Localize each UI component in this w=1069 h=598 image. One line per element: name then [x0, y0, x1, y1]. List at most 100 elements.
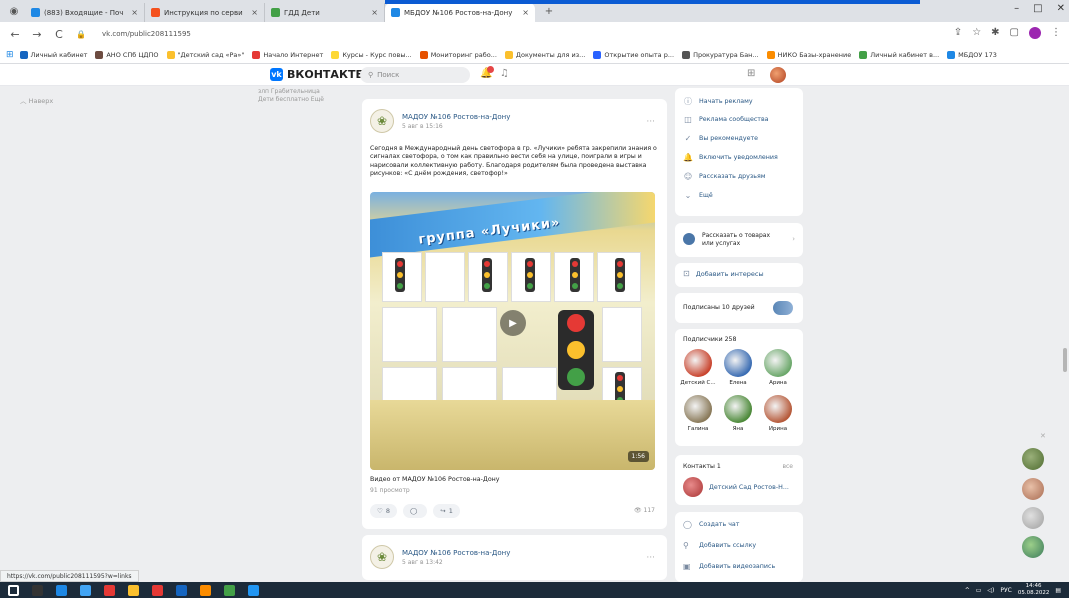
new-tab-button[interactable]: +	[541, 3, 557, 19]
friends-label[interactable]: Подписаны 10 друзей	[683, 304, 755, 311]
back-icon[interactable]: ←	[8, 28, 22, 41]
taskbar-app-icon[interactable]	[200, 584, 211, 596]
profile-icon[interactable]	[1029, 27, 1041, 39]
promo-text[interactable]: Рассказать о товарах или услугах	[702, 232, 782, 248]
tab-close-icon[interactable]: ×	[131, 8, 138, 17]
start-icon[interactable]	[8, 584, 19, 596]
bookmark-item[interactable]: Документы для из...	[504, 50, 585, 59]
taskbar-app-icon[interactable]	[176, 584, 187, 596]
scrollbar-thumb[interactable]	[1063, 348, 1067, 372]
menu-item[interactable]: ⓘ Начать рекламу	[683, 96, 753, 107]
contacts-all-link[interactable]: все	[782, 463, 793, 470]
bookmark-item[interactable]: Курсы - Курс повы...	[331, 50, 412, 59]
reload-icon[interactable]: C	[52, 28, 66, 41]
chat-avatar[interactable]	[1022, 448, 1044, 470]
sidebar-link[interactable]: ▣ Добавить видеозапись	[683, 562, 775, 571]
menu-item[interactable]: ◫ Реклама сообщества	[683, 115, 768, 124]
bookmark-item[interactable]: МБДОУ 173	[947, 50, 997, 59]
taskbar-app-icon[interactable]	[224, 584, 235, 596]
browser-tab[interactable]: Инструкция по сервису можно с... ×	[145, 3, 265, 22]
tab-close-icon[interactable]: ×	[371, 8, 378, 17]
tray-arrow-icon[interactable]: ^	[965, 587, 970, 594]
share-icon[interactable]: ⇪	[954, 27, 962, 39]
menu-item[interactable]: 🔔 Включить уведомления	[683, 153, 778, 162]
community-logo-icon[interactable]: ❀	[370, 545, 394, 569]
post-date[interactable]: 5 авг в 15:16	[402, 123, 510, 130]
taskbar-app-icon[interactable]	[32, 584, 43, 596]
close-icon[interactable]: ›	[792, 235, 795, 243]
bookmark-item[interactable]: АНО СПб ЦДПО	[95, 50, 159, 59]
post-author[interactable]: МАДОУ №106 Ростов-на-Дону	[402, 549, 510, 557]
browser-menu-icon[interactable]: ◉	[6, 3, 22, 19]
browser-tab[interactable]: ГДД Дети ×	[265, 3, 385, 22]
star-icon[interactable]: ☆	[972, 27, 981, 39]
video-title[interactable]: Видео от МАДОУ №106 Ростов-на-Дону	[370, 476, 500, 483]
more-icon[interactable]: ···	[646, 117, 655, 127]
url-field[interactable]: vk.com/public208111595	[102, 30, 191, 38]
chat-avatar[interactable]	[1022, 536, 1044, 558]
subscriber-item[interactable]: Елена	[719, 349, 757, 386]
browser-tab[interactable]: (883) Входящие - Почта Mail.ru ×	[25, 3, 145, 22]
bookmark-item[interactable]: Открытие опыта р...	[593, 50, 674, 59]
close-window-icon[interactable]: ✕	[1057, 3, 1065, 14]
like-button[interactable]: ♡ 8	[370, 504, 397, 518]
taskbar-app-icon[interactable]	[56, 584, 67, 596]
search-input[interactable]: ⚲ Поиск	[360, 67, 470, 83]
network-icon[interactable]: ▭	[976, 587, 982, 594]
more-icon[interactable]: ···	[646, 553, 655, 563]
apps-grid-icon[interactable]: ⊞	[6, 50, 14, 60]
bookmark-item[interactable]: НИКО Базы-хранение	[766, 50, 851, 59]
add-interests-button[interactable]: ⊡ Добавить интересы	[683, 269, 764, 278]
subscriber-item[interactable]: Яна	[719, 395, 757, 432]
browser-tab[interactable]: МБДОУ №106 Ростов-на-Дону ×	[385, 3, 535, 22]
maximize-icon[interactable]: □	[1033, 3, 1042, 14]
subscribers-label[interactable]: Подписчики 258	[683, 336, 736, 343]
subscriber-item[interactable]: Ирина	[759, 395, 797, 432]
volume-icon[interactable]: ◁)	[987, 587, 994, 594]
user-avatar[interactable]	[770, 67, 786, 83]
notifications-center-icon[interactable]: ▤	[1055, 587, 1061, 594]
bookmark-item[interactable]: Прокуратура Бан...	[682, 50, 759, 59]
taskbar-app-icon[interactable]	[104, 584, 115, 596]
taskbar-app-icon[interactable]	[80, 584, 91, 596]
taskbar-app-icon[interactable]	[248, 584, 259, 596]
vk-logo[interactable]: vk ВКОНТАКТЕ	[270, 68, 363, 81]
close-icon[interactable]: ✕	[1040, 432, 1046, 440]
forward-icon[interactable]: →	[30, 28, 44, 41]
chat-avatar[interactable]	[1022, 478, 1044, 500]
sidebar-link[interactable]: ⚲ Добавить ссылку	[683, 541, 756, 550]
share-button[interactable]: ↪ 1	[433, 504, 460, 518]
bookmark-item[interactable]: Мониторинг рабо...	[419, 50, 497, 59]
minimize-icon[interactable]: –	[1014, 3, 1019, 14]
extensions-icon[interactable]: ✱	[991, 27, 999, 39]
sidepanel-icon[interactable]: ▢	[1010, 27, 1019, 39]
bookmark-item[interactable]: Личный кабинет в...	[859, 50, 939, 59]
video-thumbnail[interactable]: группа «Лучики» ▶ 1:56	[370, 192, 655, 470]
tab-close-icon[interactable]: ×	[522, 8, 529, 17]
bookmark-item[interactable]: Начало Интернет	[252, 50, 323, 59]
play-icon[interactable]: ▶	[500, 310, 526, 336]
contact-item[interactable]: Детский Сад Ростов-Н...	[683, 477, 789, 497]
music-icon[interactable]: ♫	[500, 68, 509, 79]
sidebar-link[interactable]: ◯ Создать чат	[683, 520, 739, 529]
friends-avatars[interactable]	[773, 301, 793, 315]
tab-close-icon[interactable]: ×	[251, 8, 258, 17]
subscriber-item[interactable]: Галина	[679, 395, 717, 432]
community-logo-icon[interactable]: ❀	[370, 109, 394, 133]
post-date[interactable]: 5 авг в 13:42	[402, 559, 510, 566]
scroll-to-top-link[interactable]: ︿ Наверх	[20, 95, 53, 105]
comment-button[interactable]: ◯	[402, 504, 428, 518]
services-grid-icon[interactable]: ⊞	[747, 68, 755, 79]
subscriber-item[interactable]: Детский С...	[679, 349, 717, 386]
kebab-menu-icon[interactable]: ⋮	[1051, 27, 1061, 39]
clock[interactable]: 14:46 05.08.2022	[1018, 583, 1050, 597]
taskbar-app-icon[interactable]	[152, 584, 163, 596]
menu-item[interactable]: ☺ Рассказать друзьям	[683, 172, 766, 181]
post-author[interactable]: МАДОУ №106 Ростов-на-Дону	[402, 113, 510, 121]
bookmark-item[interactable]: "Детский сад «Ра»"	[166, 50, 244, 59]
contacts-label[interactable]: Контакты 1	[683, 463, 721, 470]
taskbar-app-icon[interactable]	[128, 584, 139, 596]
chat-avatar[interactable]	[1022, 507, 1044, 529]
language-indicator[interactable]: РУС	[1000, 587, 1011, 594]
menu-item[interactable]: ✓ Вы рекомендуете	[683, 134, 758, 143]
